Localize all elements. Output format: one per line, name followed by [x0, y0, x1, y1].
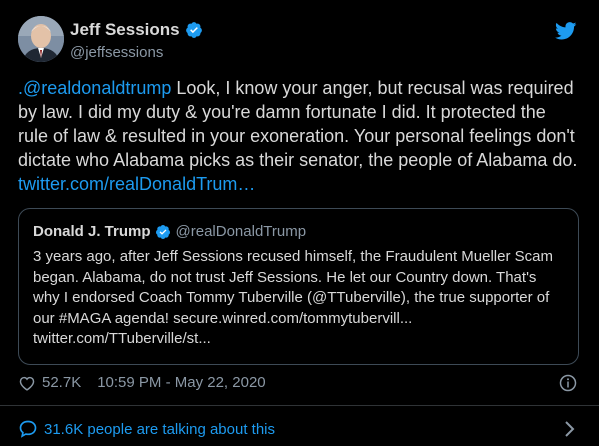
verified-badge-icon — [155, 224, 170, 239]
tweet-url-link[interactable]: twitter.com/realDonaldTrum… — [18, 174, 255, 194]
divider — [0, 405, 599, 406]
twitter-bird-icon[interactable] — [555, 22, 577, 40]
chevron-right-icon[interactable] — [563, 420, 575, 438]
avatar[interactable] — [18, 16, 64, 62]
quoted-author-handle: @realDonaldTrump — [175, 223, 307, 240]
author-handle[interactable]: @jeffsessions — [70, 44, 163, 61]
tweet-timestamp[interactable]: 10:59 PM - May 22, 2020 — [97, 374, 265, 391]
heart-icon[interactable] — [18, 375, 36, 391]
quoted-author-name: Donald J. Trump — [33, 223, 151, 240]
quoted-tweet-text: 3 years ago, after Jeff Sessions recused… — [33, 248, 553, 347]
author-name[interactable]: Jeff Sessions — [70, 20, 180, 40]
conversation-link[interactable]: 31.6K people are talking about this — [18, 419, 275, 439]
tweet-embed: Jeff Sessions @jeffsessions .@realdonald… — [0, 0, 599, 446]
conversation-count[interactable]: 31.6K people are talking about this — [44, 421, 275, 438]
quoted-tweet[interactable]: Donald J. Trump @realDonaldTrump 3 years… — [18, 208, 579, 365]
mention-link[interactable]: .@realdonaldtrump — [18, 78, 171, 98]
tweet-meta: 52.7K 10:59 PM - May 22, 2020 — [18, 374, 266, 391]
tweet-text: .@realdonaldtrump Look, I know your ange… — [18, 76, 578, 196]
avatar-portrait-icon — [18, 16, 64, 62]
like-count[interactable]: 52.7K — [42, 374, 81, 391]
quoted-tweet-header: Donald J. Trump @realDonaldTrump — [33, 223, 306, 240]
info-icon[interactable] — [559, 374, 577, 392]
author-name-row: Jeff Sessions — [70, 20, 203, 40]
speech-bubble-icon — [19, 420, 37, 438]
verified-badge-icon — [185, 22, 202, 38]
